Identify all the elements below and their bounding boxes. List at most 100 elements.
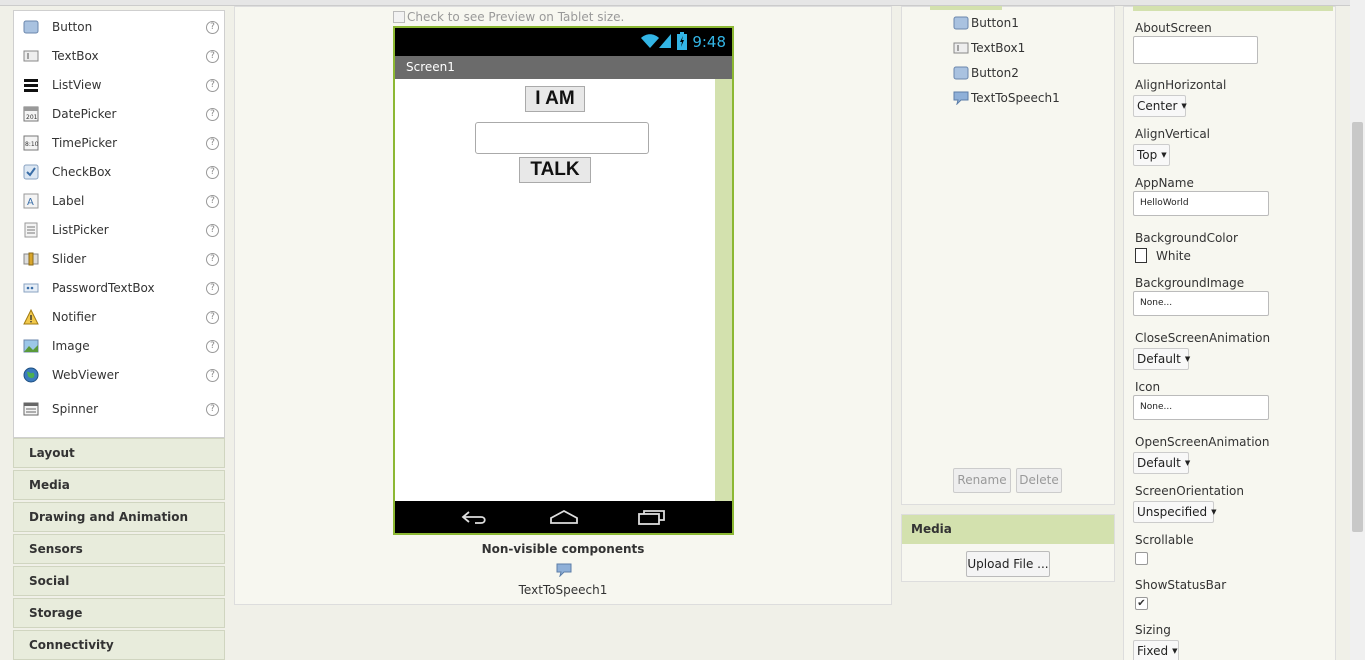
slider-icon <box>23 252 39 266</box>
dropdown-caret-icon: ▼ <box>1184 459 1191 467</box>
upload-file-button[interactable]: Upload File ... <box>966 551 1050 577</box>
help-icon[interactable]: ? <box>206 20 219 34</box>
prop-openscreenanimation-label: OpenScreenAnimation <box>1135 435 1270 449</box>
tablet-preview-checkbox[interactable] <box>393 11 405 23</box>
rename-button[interactable]: Rename <box>953 468 1011 493</box>
palette-panel: Button ? TextBox ? ListView ? 201 DatePi… <box>13 10 225 438</box>
color-swatch[interactable] <box>1135 248 1147 263</box>
delete-button[interactable]: Delete <box>1016 468 1062 493</box>
prop-alignhorizontal-label: AlignHorizontal <box>1135 78 1227 92</box>
properties-header-strip <box>1133 6 1333 11</box>
page-scrollbar[interactable] <box>1350 0 1365 660</box>
help-icon[interactable]: ? <box>206 281 219 295</box>
palette-item-datepicker[interactable]: 201 DatePicker ? <box>14 100 226 128</box>
prop-screenorientation-label: ScreenOrientation <box>1135 484 1245 498</box>
designer-button1[interactable]: I AM <box>525 86 585 112</box>
prop-sizing-label: Sizing <box>1135 623 1171 637</box>
tree-item-label: TextBox1 <box>971 41 1026 55</box>
backgroundimage-input[interactable]: None... <box>1133 291 1269 316</box>
checkbox-icon <box>23 164 39 180</box>
dropdown-caret-icon: ▼ <box>1172 647 1178 655</box>
category-connectivity[interactable]: Connectivity <box>13 630 225 660</box>
category-media[interactable]: Media <box>13 470 225 500</box>
palette-item-listpicker[interactable]: ListPicker ? <box>14 216 226 244</box>
help-icon[interactable]: ? <box>206 194 219 208</box>
tree-item-label: Button1 <box>971 16 1019 30</box>
palette-item-textbox[interactable]: TextBox ? <box>14 42 226 70</box>
passwordtextbox-icon <box>23 283 39 293</box>
closescreenanimation-value: Default <box>1137 352 1181 366</box>
alignhorizontal-value: Center <box>1137 99 1178 113</box>
tree-item-button1[interactable]: Button1 <box>953 14 1019 32</box>
palette-item-checkbox[interactable]: CheckBox ? <box>14 158 226 186</box>
designer-textbox1[interactable] <box>475 122 649 154</box>
openscreenanimation-dropdown[interactable]: Default ▼ <box>1133 452 1191 474</box>
screenorientation-dropdown[interactable]: Unspecified ▼ <box>1133 501 1217 523</box>
scrollable-checkbox[interactable] <box>1135 552 1148 565</box>
palette-item-label[interactable]: A Label ? <box>14 187 226 215</box>
category-sensors[interactable]: Sensors <box>13 534 225 564</box>
aboutscreen-textarea[interactable] <box>1133 36 1258 64</box>
tree-item-button2[interactable]: Button2 <box>953 64 1019 82</box>
palette-item-passwordtextbox[interactable]: PasswordTextBox ? <box>14 274 226 302</box>
help-icon[interactable]: ? <box>206 310 219 324</box>
alignhorizontal-dropdown[interactable]: Center ▼ <box>1133 95 1187 117</box>
icon-input[interactable]: None... <box>1133 395 1269 420</box>
tree-item-texttospeech1[interactable]: TextToSpeech1 <box>953 89 1060 107</box>
prop-backgroundcolor-label: BackgroundColor <box>1135 231 1238 245</box>
category-storage[interactable]: Storage <box>13 598 225 628</box>
prop-backgroundimage-label: BackgroundImage <box>1135 276 1245 290</box>
palette-item-button[interactable]: Button ? <box>14 13 226 41</box>
help-icon[interactable]: ? <box>206 252 219 266</box>
showstatusbar-checkbox[interactable]: ✔ <box>1135 597 1148 610</box>
help-icon[interactable]: ? <box>206 165 219 179</box>
appname-input[interactable]: HelloWorld <box>1133 191 1269 216</box>
palette-item-spinner[interactable]: Spinner ? <box>14 395 226 423</box>
battery-icon <box>677 32 687 50</box>
palette-item-slider[interactable]: Slider ? <box>14 245 226 273</box>
page-scrollbar-thumb[interactable] <box>1352 122 1363 532</box>
nonvisible-components-title: Non-visible components <box>481 542 645 556</box>
label-icon: A <box>23 193 39 209</box>
help-icon[interactable]: ? <box>206 339 219 353</box>
tablet-preview-label: Check to see Preview on Tablet size. <box>407 10 625 24</box>
palette-item-webviewer[interactable]: WebViewer ? <box>14 361 226 389</box>
category-layout[interactable]: Layout <box>13 438 225 468</box>
help-icon[interactable]: ? <box>206 78 219 92</box>
palette-item-label: ListView <box>52 78 102 92</box>
tablet-preview-toggle[interactable]: Check to see Preview on Tablet size. <box>393 10 624 24</box>
media-panel-title: Media <box>902 515 1114 544</box>
palette-item-label: WebViewer <box>52 368 119 382</box>
backgroundcolor-value[interactable]: White <box>1156 249 1191 263</box>
textbox-icon <box>23 50 39 62</box>
speech-bubble-icon <box>953 91 969 105</box>
help-icon[interactable]: ? <box>206 368 219 382</box>
timepicker-icon: 8:10 <box>23 135 39 151</box>
help-icon[interactable]: ? <box>206 49 219 63</box>
home-icon <box>550 509 578 524</box>
button-icon <box>953 16 969 30</box>
palette-item-image[interactable]: Image ? <box>14 332 226 360</box>
closescreenanimation-dropdown[interactable]: Default ▼ <box>1133 348 1190 370</box>
designer-button2[interactable]: TALK <box>519 157 591 183</box>
category-drawing-and-animation[interactable]: Drawing and Animation <box>13 502 225 532</box>
palette-item-notifier[interactable]: Notifier ? <box>14 303 226 331</box>
sizing-value: Fixed <box>1137 644 1169 658</box>
category-social[interactable]: Social <box>13 566 225 596</box>
prop-scrollable-label: Scrollable <box>1135 533 1194 547</box>
recent-apps-icon <box>638 510 665 525</box>
alignvertical-dropdown[interactable]: Top ▼ <box>1133 144 1170 166</box>
help-icon[interactable]: ? <box>206 223 219 237</box>
spinner-icon <box>23 402 39 416</box>
palette-item-label: Label <box>52 194 85 208</box>
palette-item-timepicker[interactable]: 8:10 TimePicker ? <box>14 129 226 157</box>
help-icon[interactable]: ? <box>206 402 219 416</box>
sizing-dropdown[interactable]: Fixed ▼ <box>1133 640 1179 660</box>
tree-item-textbox1[interactable]: TextBox1 <box>953 39 1025 57</box>
palette-item-listview[interactable]: ListView ? <box>14 71 226 99</box>
prop-appname-label: AppName <box>1135 176 1194 190</box>
help-icon[interactable]: ? <box>206 136 219 150</box>
nonvisible-item-texttospeech1[interactable]: TextToSpeech1 <box>473 583 653 597</box>
help-icon[interactable]: ? <box>206 107 219 121</box>
prop-closescreenanimation-label: CloseScreenAnimation <box>1135 331 1271 345</box>
